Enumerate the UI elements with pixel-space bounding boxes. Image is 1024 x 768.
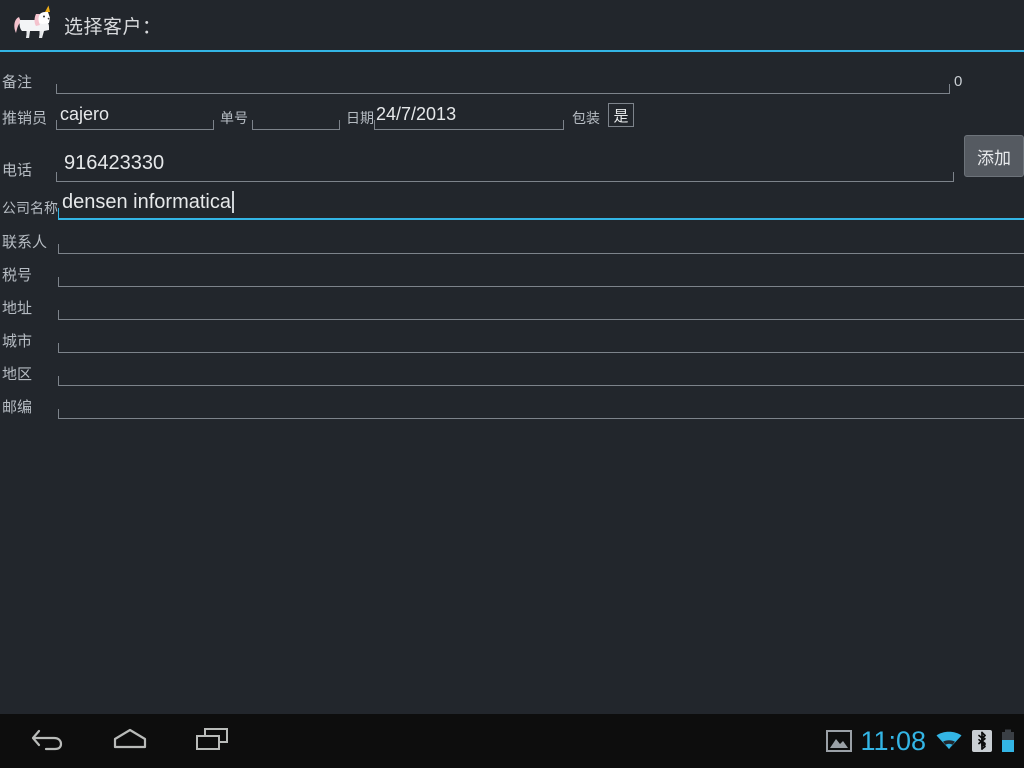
wifi-icon	[934, 730, 964, 752]
phone-input[interactable]: 916423330	[56, 146, 954, 182]
company-name-input[interactable]: densen informatica	[58, 186, 1024, 220]
back-arrow-icon	[30, 726, 66, 757]
add-button-label: 添加	[977, 148, 1011, 168]
home-icon	[110, 726, 150, 757]
form-row-company-name: 公司名称 densen informatica	[0, 182, 1024, 220]
form-row-district: 地区	[0, 352, 1024, 386]
text-cursor	[231, 191, 234, 213]
bluetooth-icon	[972, 730, 992, 752]
note-label: 备注	[2, 74, 33, 91]
status-clock: 11:08	[860, 725, 926, 756]
district-input[interactable]	[58, 356, 1024, 386]
home-button[interactable]	[90, 714, 170, 768]
contact-label: 联系人	[2, 234, 48, 251]
salesperson-label: 推销员	[2, 110, 48, 127]
tax-id-label: 税号	[2, 267, 33, 284]
salesperson-input[interactable]: cajero	[56, 100, 214, 130]
status-bar-icons: 11:08	[826, 714, 1016, 768]
address-input[interactable]	[58, 290, 1024, 320]
form-row-note: 备注 0	[0, 60, 1024, 94]
note-trailing-value: 0	[954, 73, 963, 90]
page-title: 选择客户：	[64, 16, 162, 38]
customer-form: 备注 0 推销员 cajero 单号 日期 24/7/2013 包装 是 电话 …	[0, 54, 1024, 714]
district-label: 地区	[2, 366, 33, 383]
add-button[interactable]: 添加	[964, 135, 1024, 177]
form-row-postcode: 邮编	[0, 385, 1024, 419]
date-input[interactable]: 24/7/2013	[374, 100, 564, 130]
recent-apps-button[interactable]	[172, 714, 252, 768]
unicorn-icon	[10, 5, 54, 45]
android-screen: 选择客户： 备注 0 推销员 cajero 单号 日期 24/7/2013 包装…	[0, 0, 1024, 768]
form-row-city: 城市	[0, 319, 1024, 353]
date-value: 24/7/2013	[376, 104, 457, 124]
app-title-bar: 选择客户：	[0, 0, 1024, 52]
order-no-label: 单号	[220, 110, 248, 126]
android-navigation-bar: 11:08	[0, 714, 1024, 768]
recent-apps-icon	[194, 726, 230, 757]
phone-value: 916423330	[64, 152, 165, 174]
form-row-contact: 联系人	[0, 220, 1024, 254]
salesperson-value: cajero	[60, 104, 110, 124]
company-name-value: densen informatica	[62, 190, 231, 213]
city-input[interactable]	[58, 323, 1024, 353]
contact-input[interactable]	[58, 224, 1024, 254]
battery-icon	[1000, 729, 1016, 753]
city-label: 城市	[2, 333, 33, 350]
form-row-address: 地址	[0, 286, 1024, 320]
back-button[interactable]	[8, 714, 88, 768]
postcode-input[interactable]	[58, 389, 1024, 419]
form-row-salesperson: 推销员 cajero 单号 日期 24/7/2013 包装 是	[0, 96, 1024, 130]
tax-id-input[interactable]	[58, 257, 1024, 287]
phone-label: 电话	[2, 162, 33, 179]
postcode-label: 邮编	[2, 399, 33, 416]
address-label: 地址	[2, 300, 33, 317]
packaging-value-box[interactable]: 是	[608, 103, 634, 127]
note-input[interactable]	[56, 64, 950, 94]
company-name-label: 公司名称	[2, 200, 58, 216]
packaging-value: 是	[613, 107, 629, 125]
order-no-input[interactable]	[252, 100, 340, 130]
packaging-label: 包装	[572, 110, 600, 126]
image-icon[interactable]	[826, 730, 853, 752]
form-row-phone: 电话 916423330	[0, 142, 1024, 182]
date-label: 日期	[346, 110, 374, 126]
form-row-tax-id: 税号	[0, 253, 1024, 287]
